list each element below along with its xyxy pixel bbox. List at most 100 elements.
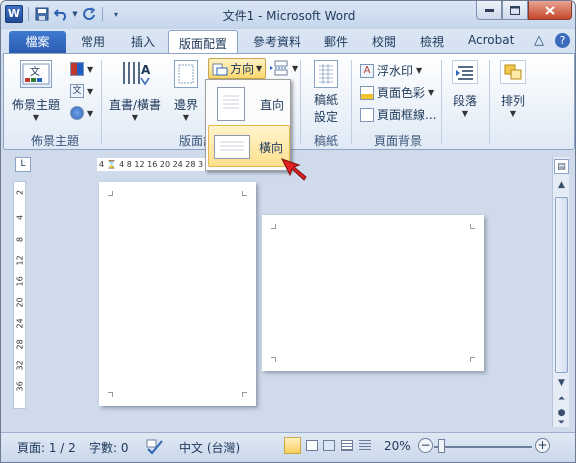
arrange-button[interactable]: 排列 ▼ [494,60,532,118]
status-bar: 頁面: 1 / 2 字數: 0 中文 (台灣) 20% − + [1,432,575,462]
vertical-ruler[interactable]: 2 4 8 12 16 20 24 28 32 36 [13,181,26,409]
theme-fonts-button[interactable]: 文 ▼ [70,84,93,98]
horizontal-ruler[interactable]: 4 ⌛ 4 8 12 16 20 24 28 3 [97,158,213,171]
ribbon-tabs: 檔案 常用 插入 版面配置 參考資料 郵件 校閱 檢視 Acrobat △ ? [1,29,575,55]
page-corner-mark [108,392,113,397]
page-corner-mark [242,392,247,397]
orientation-button[interactable]: 方向 ▼ [208,58,266,79]
breaks-button[interactable]: ▼ [269,60,298,76]
text-direction-button[interactable]: A 直書/橫書 ▼ [106,60,164,122]
word-count[interactable]: 字數: 0 [89,439,129,456]
manuscript-settings-button[interactable]: 稿紙 設定 [304,60,348,125]
zoom-level[interactable]: 20% [384,439,411,453]
next-page-button[interactable]: ⏷ [554,418,569,428]
page-count[interactable]: 頁面: 1 / 2 [17,439,76,456]
theme-colors-button[interactable]: ▼ [70,62,93,76]
paragraph-button[interactable]: 段落 ▼ [446,60,484,118]
themes-button[interactable]: 文 佈景主題 ▼ [12,60,60,122]
landscape-label: 橫向 [259,141,284,155]
theme-fonts-icon: 文 [70,84,84,98]
draft-view-icon[interactable] [359,440,371,451]
web-layout-icon[interactable] [323,440,335,451]
scroll-down-button[interactable]: ▼ [554,375,569,390]
tab-insert[interactable]: 插入 [131,33,155,50]
zoom-in-button[interactable]: + [535,438,550,453]
zoom-slider-track[interactable] [434,446,532,448]
landscape-page[interactable] [262,215,484,371]
paragraph-icon [452,60,478,84]
tab-home[interactable]: 常用 [81,33,105,50]
ruler-tick: 28 [15,339,25,350]
minimize-button[interactable] [476,1,502,20]
group-divider [351,60,352,144]
outline-view-icon[interactable] [341,440,353,451]
ruler-tick: 8 [15,236,25,243]
portrait-page[interactable] [99,182,256,406]
ruler-tick: 4 [15,214,25,221]
orientation-landscape-item[interactable]: 橫向 [208,125,290,167]
portrait-label: 直向 [260,98,285,112]
print-layout-view-icon[interactable] [284,437,301,454]
zoom-slider-thumb[interactable] [438,439,445,453]
chevron-down-icon: ▼ [32,113,40,122]
orientation-label: 方向 [230,62,255,76]
page-corner-mark [470,357,475,362]
close-button[interactable] [528,1,572,20]
tab-page-layout[interactable]: 版面配置 [168,30,239,55]
manuscript-icon [314,60,338,88]
manuscript-group-label: 稿紙 [313,134,338,148]
svg-text:文: 文 [30,65,40,78]
ruler-tick: 24 [15,318,25,329]
margins-icon [174,60,198,88]
tab-file[interactable]: 檔案 [9,31,66,54]
tab-selector[interactable]: L [15,157,31,172]
ruler-tick: 36 [15,381,25,392]
page-borders-icon [360,107,374,122]
proofing-icon[interactable] [146,439,164,458]
tab-review[interactable]: 校閱 [372,33,396,50]
themes-label: 佈景主題 [12,98,61,112]
page-corner-mark [470,224,475,229]
maximize-button[interactable] [502,1,528,20]
word-window: W ▼ ▾ 文件1 - Microsoft Word 檔案 常用 插入 版面配置… [0,0,576,463]
document-canvas[interactable] [31,176,547,410]
margins-button[interactable]: 邊界 ▼ [168,60,204,122]
portrait-page-icon [217,87,245,121]
tab-acrobat[interactable]: Acrobat [468,33,514,47]
zoom-out-button[interactable]: − [418,438,433,453]
ruler-tick: 32 [15,360,25,371]
pointer-arrow-icon [280,158,307,181]
page-color-button[interactable]: 頁面色彩 ▼ [360,84,434,101]
page-corner-mark [242,191,247,196]
svg-text:A: A [141,63,151,77]
tab-view[interactable]: 檢視 [420,33,444,50]
page-corner-mark [271,224,276,229]
tab-mailings[interactable]: 郵件 [324,33,348,50]
text-direction-label: 直書/橫書 [108,98,162,112]
view-ruler-toggle-icon[interactable]: ▤ [554,159,569,174]
full-screen-reading-icon[interactable] [306,440,318,451]
breaks-icon [270,60,288,76]
orientation-portrait-item[interactable]: 直向 [208,83,290,125]
page-corner-mark [108,191,113,196]
minimize-ribbon-icon[interactable]: △ [534,33,544,48]
manuscript-label-2: 設定 [313,110,338,124]
chevron-down-icon: ▼ [182,113,190,122]
watermark-button[interactable]: A 浮水印 ▼ [360,62,422,79]
arrange-label: 排列 [500,94,525,108]
vertical-scrollbar[interactable]: ▤ ▲ ▼ ⏶ ● ⏷ [552,157,569,428]
scroll-up-button[interactable]: ▲ [554,177,569,192]
watermark-icon: A [360,63,374,78]
scrollbar-thumb[interactable] [555,197,568,373]
help-icon[interactable]: ? [555,33,570,48]
tab-references[interactable]: 參考資料 [253,33,301,50]
ruler-tick: 12 [15,255,25,266]
page-borders-button[interactable]: 頁面框線... [360,106,436,123]
page-color-icon [360,85,374,100]
chevron-down-icon: ▼ [509,109,517,118]
language-indicator[interactable]: 中文 (台灣) [179,439,240,456]
theme-effects-button[interactable]: ▼ [70,106,93,120]
themes-group-label: 佈景主題 [30,134,79,148]
previous-page-button[interactable]: ⏶ [554,391,569,406]
margins-label: 邊界 [173,98,198,112]
